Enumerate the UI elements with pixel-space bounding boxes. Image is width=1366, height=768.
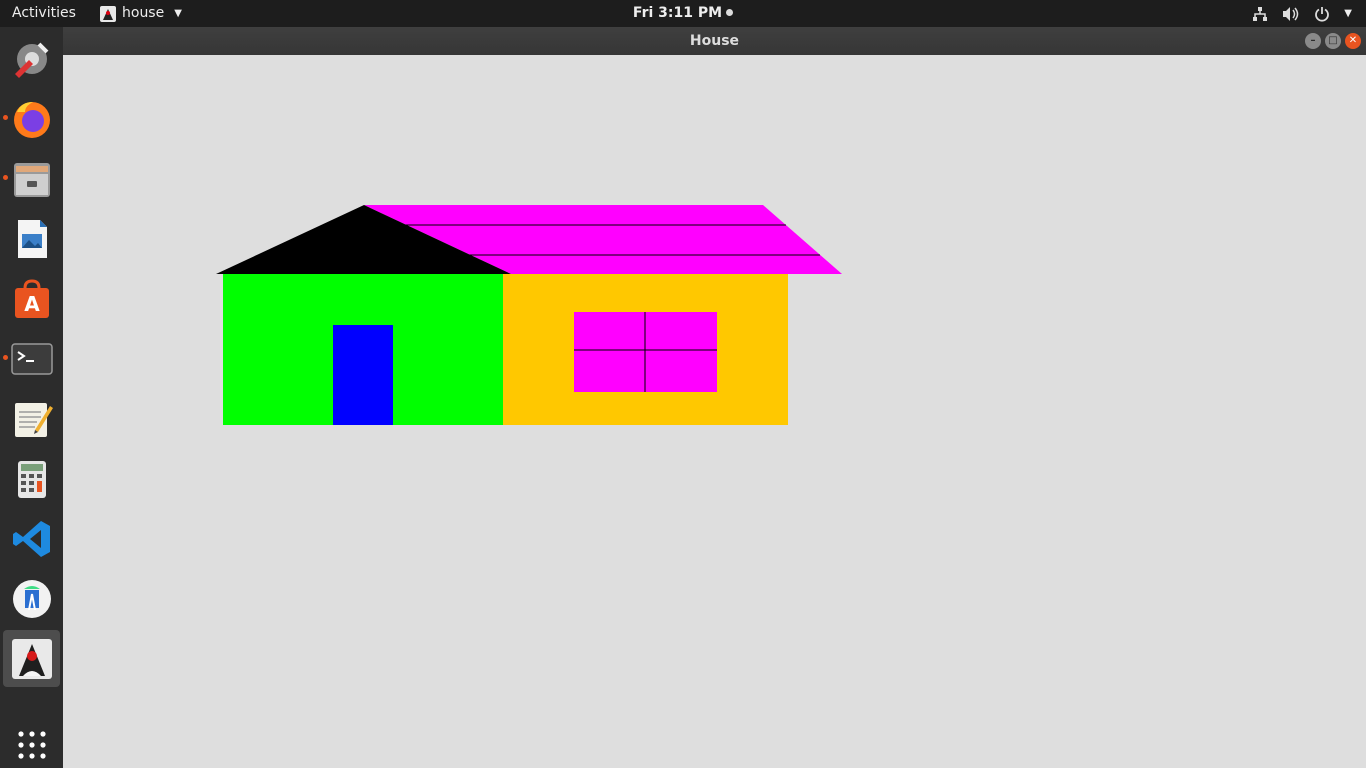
software-updater-icon: [15, 42, 49, 78]
chevron-down-icon: ▼: [1344, 8, 1352, 19]
dock-item-files[interactable]: [3, 150, 60, 207]
app-menu[interactable]: house ▼: [100, 0, 182, 27]
window-titlebar[interactable]: House – □ ✕: [63, 27, 1366, 55]
dock-item-text-editor[interactable]: [3, 390, 60, 447]
drawing-canvas: [216, 205, 842, 425]
libreoffice-writer-icon: [18, 220, 47, 258]
power-icon: [1315, 6, 1330, 22]
minimize-button[interactable]: –: [1305, 33, 1321, 49]
notification-dot: [726, 9, 734, 16]
clock[interactable]: Fri 3:11 PM: [632, 0, 734, 27]
java-duke-icon: [12, 639, 52, 679]
maximize-icon: □: [1328, 35, 1338, 46]
dock-item-android-studio[interactable]: [3, 570, 60, 627]
dock-item-house-app[interactable]: [3, 630, 60, 687]
network-icon: [1253, 6, 1268, 21]
text-editor-icon: [15, 403, 53, 437]
volume-icon: [1283, 6, 1299, 21]
dock-item-firefox[interactable]: [3, 90, 60, 147]
activities-button[interactable]: Activities: [12, 0, 76, 27]
chevron-down-icon: ▼: [174, 8, 182, 19]
android-studio-icon: [13, 580, 51, 618]
dock-item-vscode[interactable]: [3, 510, 60, 567]
top-bar: Activities house ▼ Fri 3:11 PM ▼: [0, 0, 1366, 27]
dock-item-ubuntu-software[interactable]: A: [3, 270, 60, 327]
java-duke-icon: [100, 5, 116, 22]
maximize-button[interactable]: □: [1325, 33, 1341, 49]
svg-text:A: A: [24, 292, 40, 316]
vscode-icon: [13, 521, 50, 557]
dock-item-libreoffice-writer[interactable]: [3, 210, 60, 267]
window-title: House: [689, 33, 740, 49]
close-icon: ✕: [1348, 35, 1358, 46]
files-icon: [14, 163, 50, 197]
system-menu[interactable]: ▼: [1252, 0, 1352, 27]
app-menu-label: house: [122, 5, 165, 21]
firefox-icon: [14, 102, 50, 138]
terminal-icon: [11, 343, 53, 375]
dock-item-calculator[interactable]: [3, 450, 60, 507]
close-button[interactable]: ✕: [1345, 33, 1361, 49]
show-applications-icon: [18, 731, 46, 759]
app-window: House – □ ✕: [63, 27, 1366, 768]
dock-item-software-updater[interactable]: [3, 30, 60, 87]
clock-container: Fri 3:11 PM: [0, 0, 1366, 27]
dock-item-show-applications[interactable]: [3, 710, 60, 767]
ubuntu-software-icon: A: [15, 279, 49, 318]
calculator-icon: [18, 461, 46, 498]
dock: A: [0, 27, 63, 768]
minimize-icon: –: [1310, 35, 1316, 46]
dock-item-terminal[interactable]: [3, 330, 60, 387]
house-door: [333, 325, 393, 425]
clock-label: Fri 3:11 PM: [632, 5, 723, 21]
